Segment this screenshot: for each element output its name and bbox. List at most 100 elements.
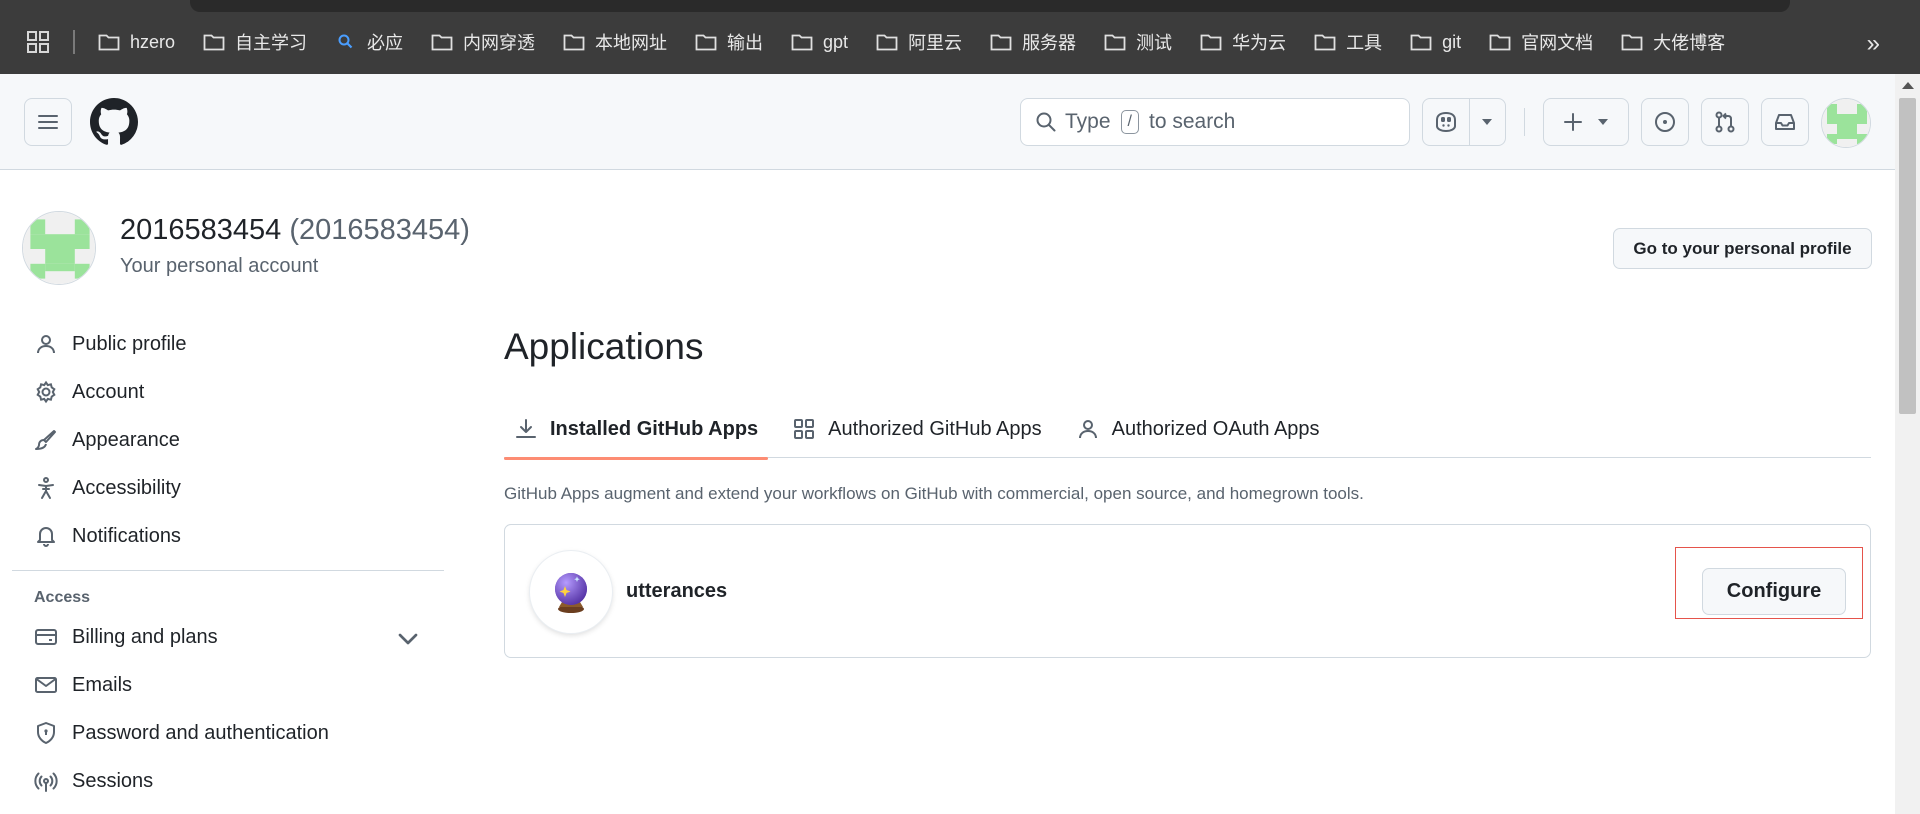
sidebar-item-label: Billing and plans	[72, 625, 218, 648]
bookmark-git[interactable]: git	[1410, 26, 1474, 58]
broadcast-icon	[34, 772, 58, 792]
bookmark-label: 大佬博客	[1653, 33, 1726, 53]
inbox-button[interactable]	[1761, 98, 1809, 146]
bookmark-hzero[interactable]: hzero	[98, 26, 188, 58]
bookmark-label: git	[1442, 31, 1462, 52]
search-suffix: to search	[1148, 110, 1236, 133]
folder-icon	[1489, 34, 1511, 51]
crystal-ball-icon	[555, 573, 587, 613]
bookmark-label: 服务器	[1022, 33, 1077, 53]
folder-icon	[431, 34, 453, 51]
folder-icon	[876, 34, 898, 51]
github-header: Type / to search	[0, 74, 1895, 170]
folder-icon	[1621, 34, 1643, 51]
sidebar-item-notifications[interactable]: Notifications	[12, 512, 444, 560]
sidebar-item-label: Account	[72, 380, 145, 403]
bookmark-tools[interactable]: 工具	[1314, 26, 1395, 58]
apps-description: GitHub Apps augment and extend your work…	[504, 484, 1364, 503]
bookmark-label: 必应	[367, 33, 404, 53]
folder-icon	[203, 34, 225, 51]
sidebar-item-appearance[interactable]: Appearance	[12, 416, 444, 464]
sidebar-item-account[interactable]: Account	[12, 368, 444, 416]
bookmark-testing[interactable]: 测试	[1104, 26, 1185, 58]
folder-icon	[98, 34, 120, 51]
bookmark-label: 官网文档	[1521, 33, 1594, 53]
bell-icon	[37, 527, 55, 547]
sidebar-item-sessions[interactable]: Sessions	[12, 757, 444, 805]
copilot-button-group	[1422, 98, 1506, 146]
folder-icon	[1200, 34, 1222, 51]
configure-button[interactable]: Configure	[1702, 568, 1846, 615]
tab-authorized-oauth-apps[interactable]: Authorized OAuth Apps	[1066, 400, 1330, 458]
search-prefix: Type	[1065, 110, 1111, 133]
triangle-down-icon	[1598, 119, 1608, 125]
bookmark-label: hzero	[130, 31, 176, 52]
sidebar-item-password[interactable]: Password and authentication	[12, 709, 444, 757]
download-icon	[516, 419, 536, 438]
settings-sidebar: Public profile Account Appearance Access…	[12, 320, 444, 805]
sidebar-item-label: Sessions	[72, 769, 154, 792]
app-name[interactable]: utterances	[626, 580, 727, 603]
user-avatar-button[interactable]	[1821, 98, 1871, 148]
bookmark-label: 测试	[1136, 33, 1173, 53]
bookmark-gpt[interactable]: gpt	[791, 26, 861, 58]
bookmark-aliyun[interactable]: 阿里云	[876, 26, 975, 58]
tab-authorized-github-apps[interactable]: Authorized GitHub Apps	[782, 400, 1051, 458]
bookmark-output[interactable]: 输出	[695, 26, 776, 58]
issues-button[interactable]	[1641, 98, 1689, 146]
header-divider	[1524, 108, 1525, 136]
folder-icon	[990, 34, 1012, 51]
sidebar-item-accessibility[interactable]: Accessibility	[12, 464, 444, 512]
bookmark-label: 本地网址	[595, 33, 668, 53]
hamburger-icon	[38, 115, 58, 129]
tab-strip-edge	[190, 0, 1790, 12]
bookmark-intranet[interactable]: 内网穿透	[431, 26, 548, 58]
bookmark-self-study[interactable]: 自主学习	[203, 26, 320, 58]
create-new-button[interactable]	[1543, 98, 1629, 146]
search-icon	[1036, 112, 1056, 132]
search-input[interactable]: Type / to search	[1020, 98, 1410, 146]
chevron-down-icon[interactable]	[396, 627, 420, 651]
person-icon	[37, 335, 55, 354]
triangle-down-icon	[1482, 119, 1493, 125]
sidebar-item-label: Accessibility	[72, 476, 181, 499]
folder-icon	[791, 34, 813, 51]
go-to-profile-button[interactable]: Go to your personal profile	[1613, 228, 1872, 269]
issue-opened-icon	[1655, 112, 1675, 132]
apps-icon	[794, 419, 815, 439]
copilot-dropdown-button[interactable]	[1470, 99, 1505, 145]
scrollbar-thumb[interactable]	[1899, 98, 1916, 414]
bookmark-label: 华为云	[1232, 33, 1287, 53]
search-shortcut-key: /	[1120, 110, 1139, 134]
paintbrush-icon	[35, 430, 56, 450]
person-icon	[1078, 420, 1097, 439]
identicon-avatar	[1822, 99, 1870, 147]
git-pull-request-icon	[1715, 111, 1735, 133]
sidebar-item-label: Emails	[72, 673, 133, 696]
tab-installed-github-apps[interactable]: Installed GitHub Apps	[504, 400, 769, 460]
bookmarks-overflow-button[interactable]: »	[1867, 30, 1880, 58]
bookmark-official-docs[interactable]: 官网文档	[1489, 26, 1606, 58]
applications-tabs: Installed GitHub Apps Authorized GitHub …	[504, 400, 1871, 460]
sidebar-item-public-profile[interactable]: Public profile	[12, 320, 444, 368]
bookmark-label: gpt	[823, 31, 849, 52]
bookmark-servers[interactable]: 服务器	[990, 26, 1089, 58]
sidebar-item-billing[interactable]: Billing and plans	[12, 613, 444, 661]
sidebar-heading-access: Access	[34, 589, 91, 606]
bookmark-bing[interactable]: 必应	[335, 26, 416, 58]
scroll-up-arrow-icon[interactable]	[1902, 82, 1914, 89]
github-logo-icon[interactable]	[90, 98, 138, 146]
copilot-button[interactable]	[1423, 99, 1470, 145]
page-scrollbar[interactable]	[1895, 74, 1920, 814]
bookmark-huaweicloud[interactable]: 华为云	[1200, 26, 1299, 58]
menu-button[interactable]	[24, 98, 72, 146]
bookmark-label: 自主学习	[235, 33, 308, 53]
bookmark-label: 工具	[1346, 33, 1383, 53]
bookmark-expert-blogs[interactable]: 大佬博客	[1621, 26, 1738, 58]
apps-grid-icon[interactable]	[26, 30, 50, 54]
bookmark-local-urls[interactable]: 本地网址	[563, 26, 680, 58]
sidebar-divider	[12, 570, 444, 571]
pull-requests-button[interactable]	[1701, 98, 1749, 146]
sidebar-item-emails[interactable]: Emails	[12, 661, 444, 709]
identicon-avatar	[23, 212, 95, 284]
